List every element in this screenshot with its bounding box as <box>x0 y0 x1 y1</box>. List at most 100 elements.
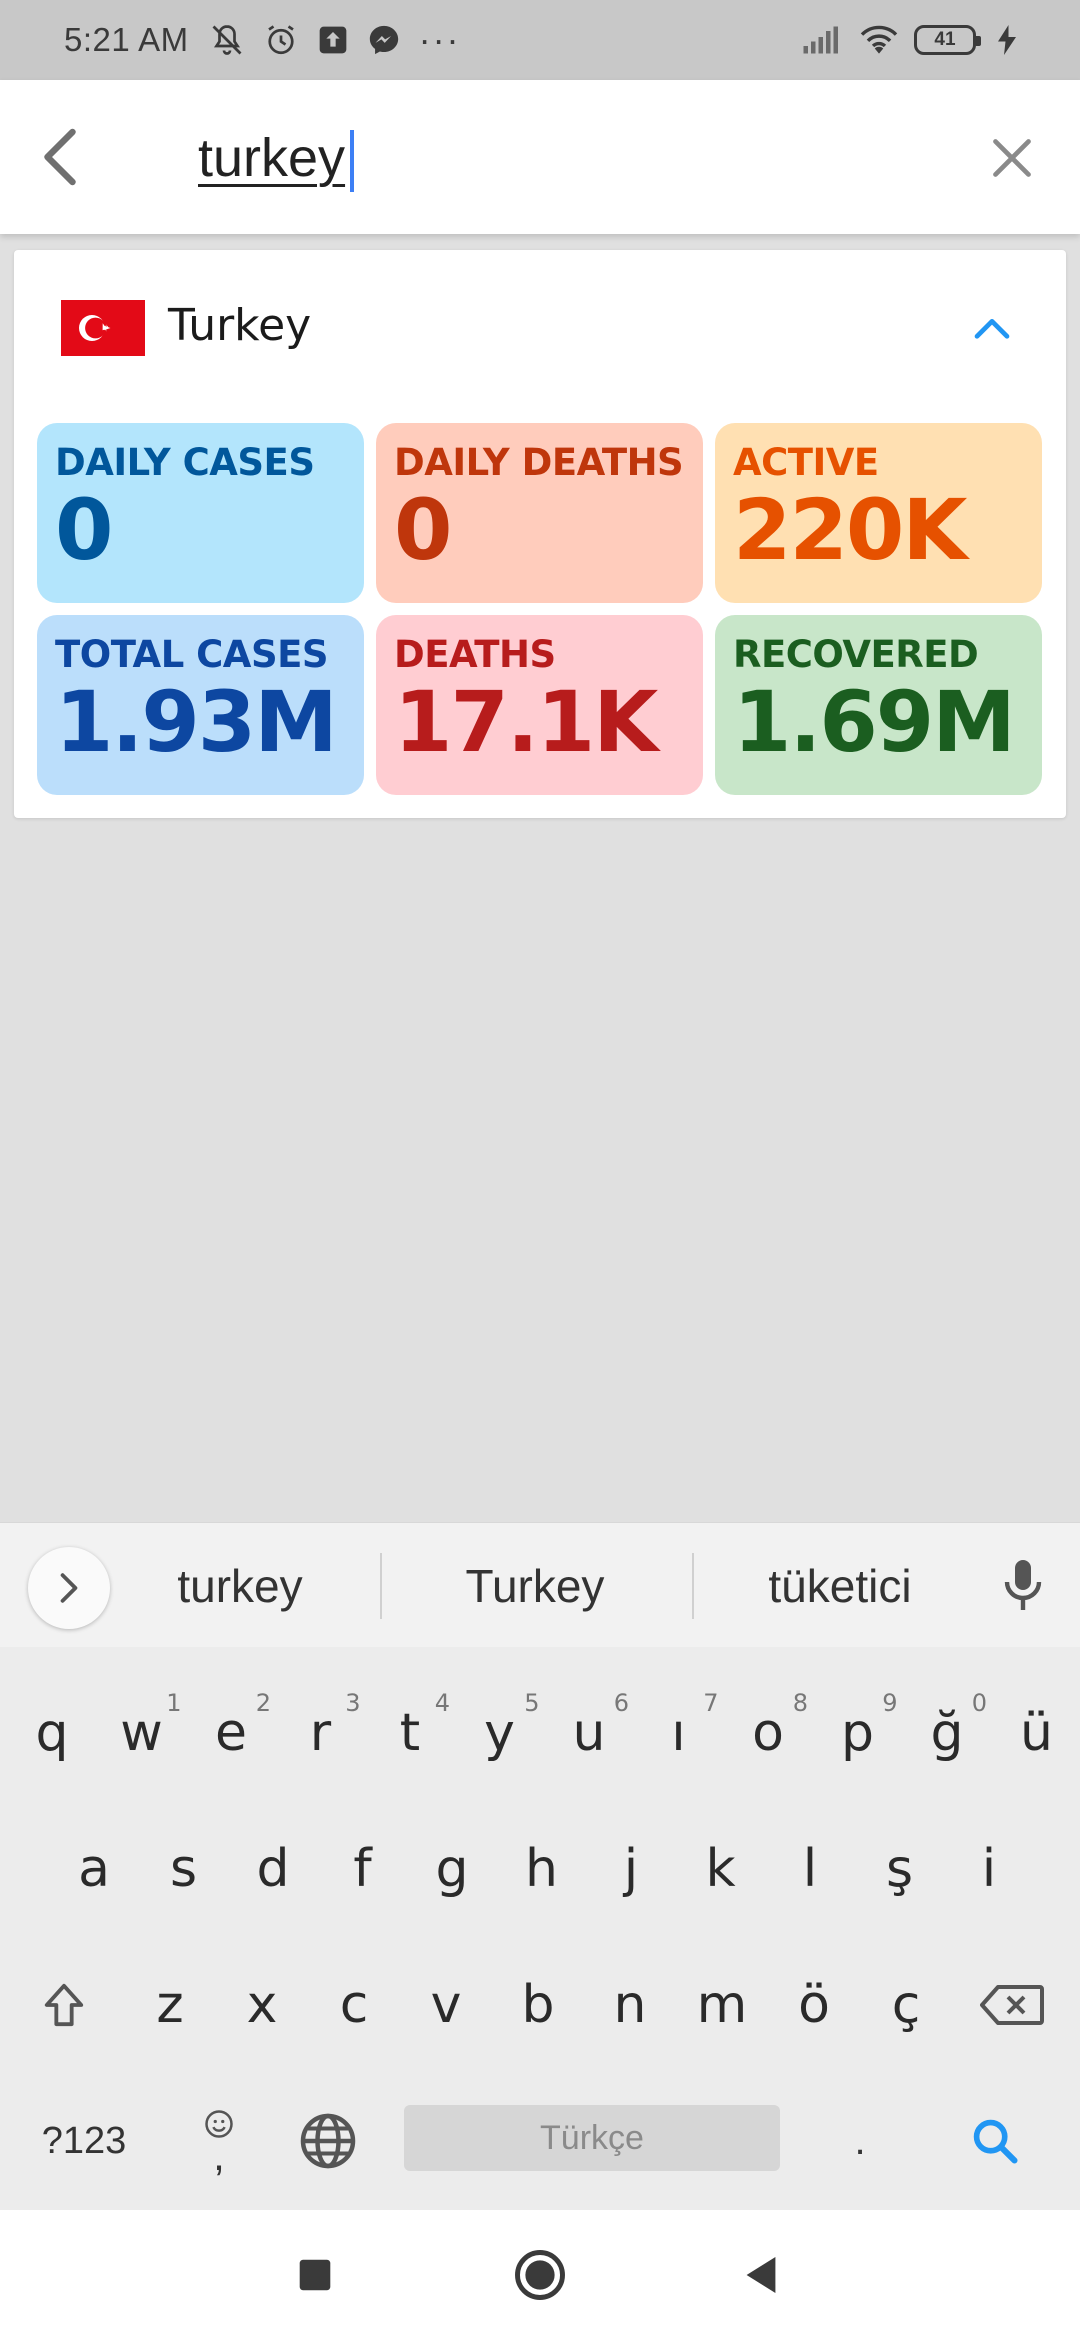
expand-toolbar-button[interactable] <box>28 1547 110 1629</box>
key-c[interactable]: c <box>310 1937 398 2073</box>
key-label: q <box>35 1703 69 1763</box>
key-n[interactable]: n <box>586 1937 674 2073</box>
backspace-icon <box>980 1985 1044 2025</box>
key-j[interactable]: j <box>587 1801 675 1937</box>
nav-back-button[interactable] <box>726 2240 796 2310</box>
key-a[interactable]: a <box>50 1801 138 1937</box>
suggestion-divider <box>692 1553 694 1619</box>
key-label: v <box>430 1975 462 2035</box>
key-label: ş <box>885 1839 914 1899</box>
key-d[interactable]: d <box>229 1801 317 1937</box>
globe-icon <box>300 2113 356 2169</box>
stat-label: DEATHS <box>394 633 556 676</box>
key-number-hint: 3 <box>345 1689 361 1717</box>
collapse-button[interactable] <box>958 294 1026 362</box>
key-h[interactable]: h <box>498 1801 586 1937</box>
key-o[interactable]: o8 <box>724 1665 812 1801</box>
mute-icon <box>209 22 245 58</box>
turkey-flag-icon <box>61 300 145 356</box>
messenger-icon <box>367 23 401 57</box>
key-q[interactable]: q <box>8 1665 96 1801</box>
key-l[interactable]: l <box>766 1801 854 1937</box>
back-arrow-icon <box>44 128 76 186</box>
key-label: g <box>435 1839 469 1899</box>
charging-icon <box>998 25 1016 55</box>
key-m[interactable]: m <box>678 1937 766 2073</box>
search-input[interactable] <box>198 120 838 196</box>
key-row-1: qw1e2r3t4y5u6ı7o8p9ğ0ü <box>0 1665 1080 1801</box>
key-f[interactable]: f <box>319 1801 407 1937</box>
key-r[interactable]: r3 <box>277 1665 365 1801</box>
comma-label: , <box>213 2132 225 2180</box>
stat-value: 220K <box>733 481 967 579</box>
keyboard: turkey Turkey tüketici qw1e2r3t4y5u6ı7o8… <box>0 1522 1080 2210</box>
language-switch-key[interactable] <box>290 2073 366 2209</box>
stat-deaths: DEATHS 17.1K <box>376 615 703 795</box>
suggestion-2[interactable]: Turkey <box>390 1551 680 1621</box>
key-label: i <box>981 1839 997 1899</box>
clear-search-button[interactable] <box>974 120 1050 196</box>
key-ı[interactable]: ı7 <box>635 1665 723 1801</box>
suggestion-3[interactable]: tüketici <box>700 1551 980 1621</box>
search-icon <box>973 2119 1018 2164</box>
key-label: o <box>752 1703 784 1763</box>
emoji-comma-key[interactable]: , <box>184 2073 254 2209</box>
key-ğ[interactable]: ğ0 <box>903 1665 991 1801</box>
home-circle-icon <box>515 2250 565 2300</box>
key-t[interactable]: t4 <box>366 1665 454 1801</box>
suggestion-1[interactable]: turkey <box>130 1551 350 1621</box>
upload-icon <box>317 24 349 56</box>
stats-grid: DAILY CASES 0 DAILY DEATHS 0 ACTIVE 220K… <box>37 423 1057 795</box>
stat-value: 17.1K <box>394 673 658 771</box>
stat-label: RECOVERED <box>733 633 979 676</box>
key-y[interactable]: y5 <box>456 1665 544 1801</box>
battery-level: 41 <box>934 29 956 50</box>
key-label: ö <box>798 1975 830 2035</box>
key-label: c <box>339 1975 369 2035</box>
home-button[interactable] <box>505 2240 575 2310</box>
stat-daily-deaths: DAILY DEATHS 0 <box>376 423 703 603</box>
key-p[interactable]: p9 <box>814 1665 902 1801</box>
stat-label: DAILY CASES <box>55 441 315 484</box>
backspace-key[interactable] <box>968 1937 1056 2073</box>
back-button[interactable] <box>0 80 120 234</box>
status-time: 5:21 AM <box>64 21 189 58</box>
period-key[interactable]: . <box>820 2073 900 2209</box>
stat-total-cases: TOTAL CASES 1.93M <box>37 615 364 795</box>
battery-icon: 41 <box>914 25 981 55</box>
key-ü[interactable]: ü <box>993 1665 1080 1801</box>
key-s[interactable]: s <box>140 1801 228 1937</box>
status-bar: 5:21 AM ··· 41 <box>0 0 1080 80</box>
key-label: d <box>256 1839 290 1899</box>
key-label: a <box>78 1839 110 1899</box>
key-e[interactable]: e2 <box>187 1665 275 1801</box>
shift-key[interactable] <box>20 1937 108 2073</box>
key-u[interactable]: u6 <box>545 1665 633 1801</box>
space-key[interactable]: Türkçe <box>404 2105 780 2171</box>
key-i[interactable]: i <box>945 1801 1033 1937</box>
microphone-icon <box>1004 1560 1042 1610</box>
key-ç[interactable]: ç <box>862 1937 950 2073</box>
key-row-3: z x c vbnmö ç <box>0 1937 1080 2073</box>
key-z[interactable]: z <box>126 1937 214 2073</box>
search-action-key[interactable] <box>955 2073 1035 2209</box>
key-g[interactable]: g <box>408 1801 496 1937</box>
recents-button[interactable] <box>280 2240 350 2310</box>
key-x[interactable]: x <box>218 1937 306 2073</box>
symbols-key[interactable]: ?123 <box>24 2073 144 2209</box>
key-label: n <box>613 1975 647 2035</box>
key-label: y <box>484 1703 515 1763</box>
key-v[interactable]: v <box>402 1937 490 2073</box>
key-label: s <box>169 1839 198 1899</box>
key-ş[interactable]: ş <box>856 1801 944 1937</box>
country-card-header[interactable]: Turkey <box>14 250 1066 400</box>
key-w[interactable]: w1 <box>98 1665 186 1801</box>
alarm-icon <box>263 22 299 58</box>
key-ö[interactable]: ö <box>770 1937 858 2073</box>
key-number-hint: 2 <box>255 1689 271 1717</box>
key-number-hint: 5 <box>524 1689 540 1717</box>
key-k[interactable]: k <box>677 1801 765 1937</box>
voice-input-button[interactable] <box>988 1551 1058 1621</box>
stat-value: 0 <box>394 481 452 579</box>
key-b[interactable]: b <box>494 1937 582 2073</box>
